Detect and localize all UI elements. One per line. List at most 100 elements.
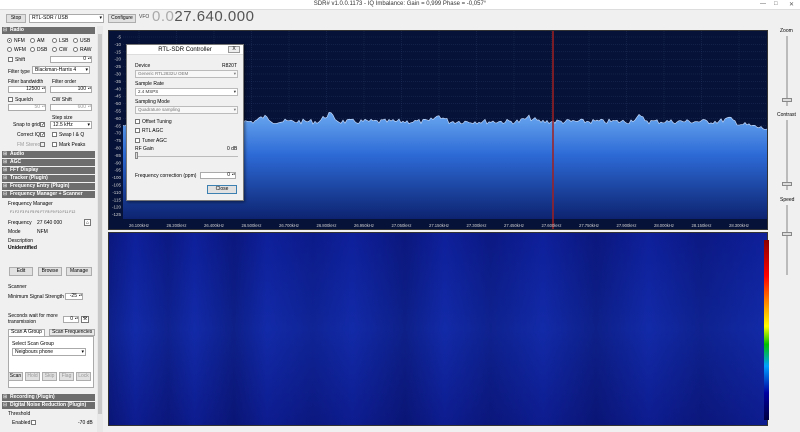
section-frequency-manager[interactable]: Frequency Manager + Scanner (Plugin) bbox=[2, 191, 95, 204]
manage-button[interactable]: Manage bbox=[66, 267, 92, 276]
edit-button[interactable]: Edit bbox=[9, 267, 33, 276]
tuner-name: R820T bbox=[222, 63, 238, 69]
zoom-slider-track[interactable] bbox=[786, 36, 788, 106]
section-fft-display[interactable]: FFT Display bbox=[2, 167, 95, 174]
wrench-icon[interactable]: ⚒ bbox=[81, 316, 89, 323]
tab-scan-frequencies[interactable]: Scan Frequencies bbox=[49, 329, 96, 336]
vfo-label: VFO bbox=[139, 14, 150, 20]
shift-label: Shift bbox=[15, 57, 26, 63]
close-window-button[interactable]: ✕ bbox=[789, 1, 794, 8]
filter-bandwidth-input[interactable]: 12500 bbox=[8, 86, 46, 93]
contrast-slider-track[interactable] bbox=[786, 120, 788, 190]
mode-value: NFM bbox=[37, 229, 48, 235]
sample-rate-select[interactable]: 2.4 MSPS ▾ bbox=[135, 88, 238, 96]
dialog-close-icon[interactable]: X bbox=[228, 46, 240, 53]
fkey-labels[interactable]: F1 F2 F3 F4 F5 F6 F7 F8 F9 F10 F11 F12 bbox=[10, 210, 75, 214]
mode-radio-raw[interactable] bbox=[73, 47, 78, 52]
minimize-button[interactable]: — bbox=[760, 1, 766, 7]
mode-radio-am[interactable] bbox=[30, 38, 35, 43]
mode-radio-cw[interactable] bbox=[52, 47, 57, 52]
frequency-manager-title: Frequency Manager bbox=[8, 201, 53, 207]
mode-label: Mode bbox=[8, 229, 21, 235]
speed-slider-thumb[interactable] bbox=[782, 232, 792, 236]
mode-radio-usb[interactable] bbox=[73, 38, 78, 43]
section-frequency-entry[interactable]: Frequency Entry (Plugin) bbox=[2, 183, 95, 190]
filter-type-label: Filter type bbox=[8, 69, 30, 75]
mode-radio-nfm[interactable] bbox=[7, 38, 12, 43]
squelch-input[interactable]: 50 bbox=[8, 104, 46, 111]
shift-checkbox[interactable] bbox=[8, 57, 13, 62]
snap-to-grid-checkbox[interactable]: ✓ bbox=[40, 122, 45, 128]
section-agc[interactable]: AGC bbox=[2, 159, 95, 166]
offset-tuning-label: Offset Tuning bbox=[142, 119, 172, 125]
cw-shift-input[interactable]: 600 bbox=[50, 104, 92, 111]
flag-button[interactable]: Flag bbox=[59, 372, 74, 381]
chevron-down-icon: ▾ bbox=[233, 107, 236, 112]
threshold-label: Threshold bbox=[8, 411, 31, 417]
section-tracker[interactable]: Tracker (Plugin) bbox=[2, 175, 95, 182]
waterfall-color-scale bbox=[764, 240, 769, 420]
source-select[interactable]: RTL-SDR / USB ▾ bbox=[29, 14, 104, 23]
frequency-tick-label: 26.400kHz bbox=[204, 223, 224, 228]
browse-button[interactable]: Browse bbox=[38, 267, 62, 276]
rf-gain-slider-track[interactable] bbox=[135, 156, 238, 157]
rf-gain-slider-thumb[interactable] bbox=[135, 152, 138, 159]
offset-tuning-checkbox[interactable] bbox=[135, 119, 140, 124]
chevron-down-icon: ▾ bbox=[233, 89, 236, 94]
sampling-mode-select[interactable]: Quadrature sampling ▾ bbox=[135, 106, 238, 114]
wait-seconds-input[interactable]: 0 bbox=[63, 316, 79, 323]
mode-radio-lsb[interactable] bbox=[52, 38, 57, 43]
rtl-agc-label: RTL AGC bbox=[142, 128, 164, 134]
hold-button[interactable]: Hold bbox=[25, 372, 40, 381]
vfo-marker[interactable] bbox=[552, 31, 554, 230]
lock-button[interactable]: Lock bbox=[76, 372, 91, 381]
step-size-select[interactable]: 12.5 kHz ▾ bbox=[50, 121, 92, 129]
section-audio[interactable]: Audio bbox=[2, 151, 95, 158]
swap-iq-checkbox[interactable] bbox=[52, 132, 57, 137]
zoom-slider-thumb[interactable] bbox=[782, 98, 792, 102]
lock-icon[interactable]: ⌂ bbox=[84, 219, 91, 226]
contrast-slider-thumb[interactable] bbox=[782, 182, 792, 186]
sample-rate-value: 2.4 MSPS bbox=[138, 89, 159, 94]
frequency-correction-input[interactable]: 0 bbox=[200, 172, 236, 179]
mode-label-usb: USB bbox=[80, 38, 91, 44]
mark-peaks-checkbox[interactable] bbox=[52, 142, 57, 147]
waterfall-panel[interactable] bbox=[108, 232, 768, 426]
min-signal-input[interactable]: -25 bbox=[65, 293, 83, 300]
dnr-enabled-checkbox[interactable] bbox=[31, 420, 36, 425]
filter-type-select[interactable]: Blackman-Harris 4 ▾ bbox=[32, 66, 90, 74]
db-tick-label: -110 bbox=[112, 190, 121, 195]
dialog-close-button[interactable]: Close bbox=[207, 185, 237, 194]
mode-radio-wfm[interactable] bbox=[7, 47, 12, 52]
shift-input[interactable]: 0 bbox=[50, 56, 92, 63]
vfo-dim-digits: 0.0 bbox=[152, 8, 175, 25]
correct-iq-checkbox[interactable]: ✓ bbox=[40, 132, 45, 138]
stop-button[interactable]: Stop bbox=[6, 14, 26, 23]
fm-stereo-checkbox[interactable] bbox=[40, 142, 45, 147]
rtl-agc-checkbox[interactable] bbox=[135, 128, 140, 133]
frequency-tick-label: 28.150kHz bbox=[691, 223, 711, 228]
speed-slider-track[interactable] bbox=[786, 205, 788, 275]
section-recording[interactable]: Recording (Plugin) bbox=[2, 394, 95, 401]
maximize-button[interactable]: □ bbox=[774, 1, 778, 7]
db-tick-label: -40 bbox=[114, 86, 121, 91]
speed-label: Speed bbox=[780, 197, 795, 203]
tab-scan-a-group[interactable]: Scan A Group bbox=[8, 329, 45, 336]
squelch-checkbox[interactable] bbox=[8, 97, 13, 102]
section-digital-noise-reduction[interactable]: Digital Noise Reduction (Plugin) bbox=[2, 402, 95, 409]
scrollbar-thumb[interactable] bbox=[98, 34, 102, 414]
scan-group-select[interactable]: Neigbours phone ▾ bbox=[12, 348, 86, 356]
filter-order-input[interactable]: 100 bbox=[50, 86, 92, 93]
left-panel-scrollbar[interactable] bbox=[97, 26, 103, 432]
db-tick-label: -60 bbox=[114, 116, 121, 121]
mode-radio-dsb[interactable] bbox=[30, 47, 35, 52]
section-radio[interactable]: Radio bbox=[2, 27, 95, 34]
scan-button[interactable]: Scan bbox=[8, 372, 23, 381]
configure-button[interactable]: Configure bbox=[108, 14, 136, 23]
skip-button[interactable]: Skip bbox=[42, 372, 57, 381]
fm-stereo-label: FM Stereo bbox=[17, 142, 41, 148]
device-select[interactable]: Generic RTL2832U OEM ▾ bbox=[135, 70, 238, 78]
tuner-agc-checkbox[interactable] bbox=[135, 138, 140, 143]
vfo-frequency-display[interactable]: 0.027.640.000 bbox=[152, 8, 254, 25]
db-tick-label: -90 bbox=[114, 160, 121, 165]
